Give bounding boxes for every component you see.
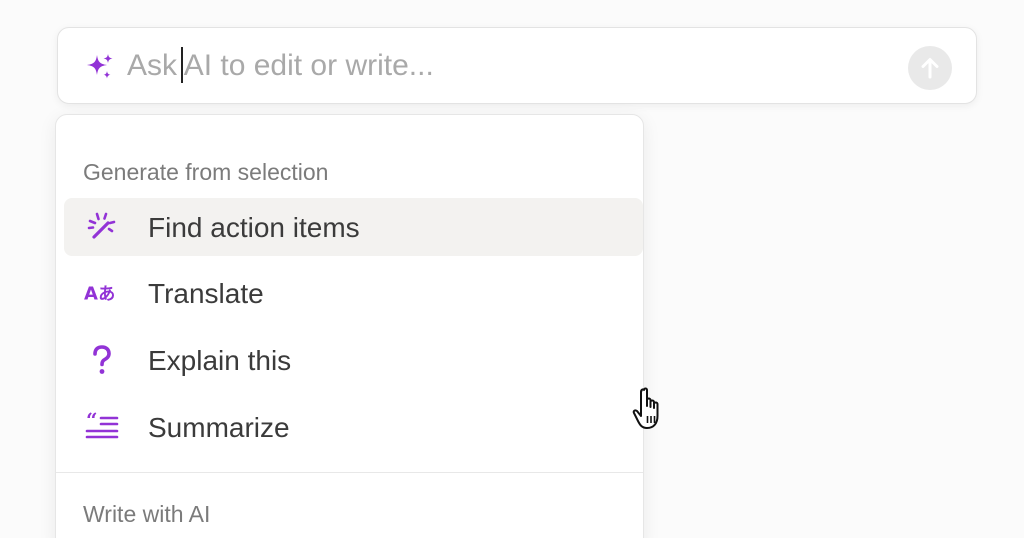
menu-item-translate[interactable]: A あ Translate — [64, 264, 643, 322]
svg-text:A: A — [84, 284, 98, 305]
section-label-write-with-ai: Write with AI — [83, 501, 211, 527]
send-button[interactable] — [908, 46, 952, 90]
magic-wand-icon — [84, 210, 120, 244]
menu-item-label: Find action items — [148, 212, 360, 243]
ask-ai-bar[interactable] — [57, 27, 977, 104]
ask-ai-input[interactable] — [127, 47, 887, 85]
svg-text:あ: あ — [98, 285, 115, 305]
section-label-generate: Generate from selection — [83, 159, 329, 185]
menu-item-label: Summarize — [148, 412, 290, 443]
sparkle-icon — [87, 54, 113, 79]
menu-item-find-action-items[interactable]: Find action items — [64, 198, 643, 256]
menu-item-explain-this[interactable]: Explain this — [64, 331, 643, 389]
menu-item-label: Explain this — [148, 345, 292, 376]
ai-assistant-panel: Generate from selection Find action item… — [0, 0, 1024, 538]
hand-cursor-icon — [632, 387, 659, 429]
menu-divider — [56, 472, 643, 473]
menu-item-summarize[interactable]: “ Summarize — [64, 398, 643, 456]
svg-text:“: “ — [86, 412, 98, 432]
arrow-up-icon — [921, 58, 939, 79]
translate-icon: A あ — [84, 276, 120, 310]
ai-suggestions-menu: Generate from selection Find action item… — [55, 114, 644, 538]
question-icon — [84, 343, 120, 377]
summarize-icon: “ — [84, 410, 120, 444]
menu-item-label: Translate — [148, 278, 264, 309]
